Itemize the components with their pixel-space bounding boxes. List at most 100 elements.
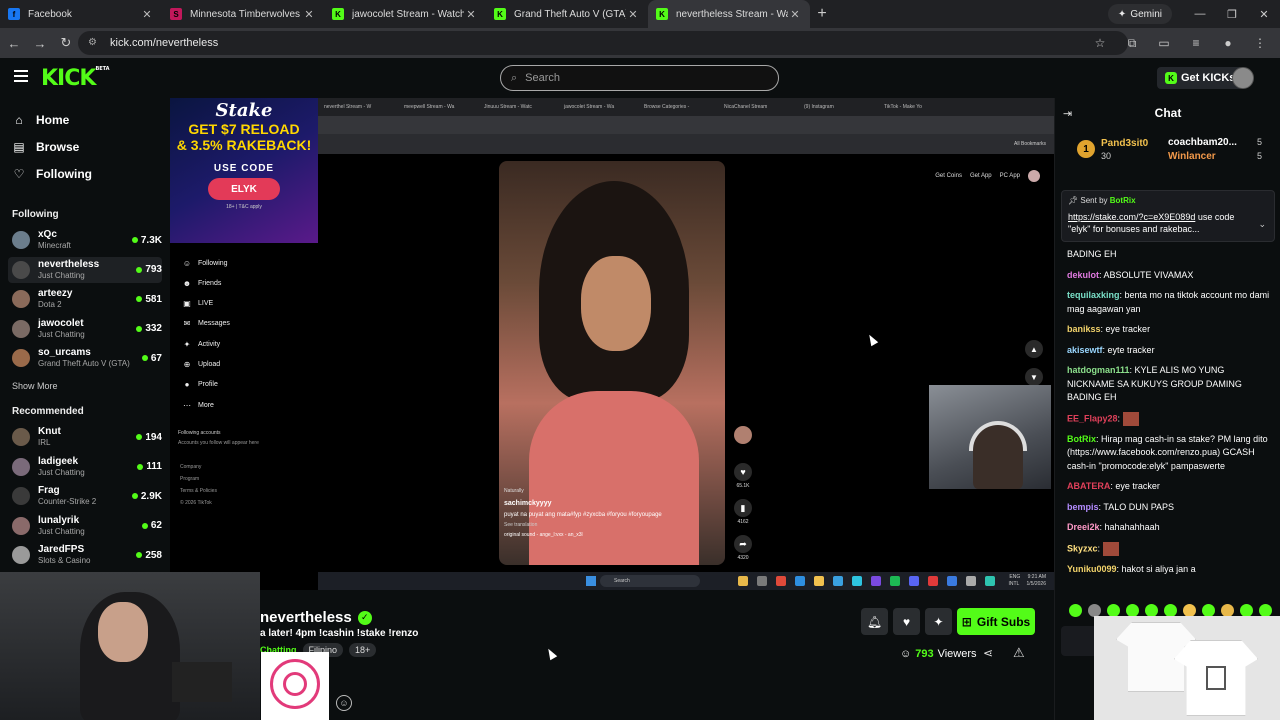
pip-webcam <box>929 385 1051 489</box>
chat-message: ABATERA: eye tracker <box>1067 481 1160 491</box>
chat-message: banikss: eye tracker <box>1067 324 1151 334</box>
close-window-icon[interactable]: ✕ <box>1248 0 1280 28</box>
stake-ad-banner[interactable]: Stake GET $7 RELOAD & 3.5% RAKEBACK! USE… <box>170 98 318 243</box>
bookmark-star-icon[interactable]: ☆ <box>1084 31 1116 55</box>
inner-tab: meepwell Stream - Wa <box>404 104 455 110</box>
video-player[interactable]: neverthel Stream - W meepwell Stream - Wa… <box>170 98 1054 590</box>
chat-username[interactable]: hatdogman111 <box>1067 365 1130 375</box>
channel-name: lunalyrik <box>38 514 80 526</box>
browser-tab[interactable]: Knevertheless Stream - Watc ✕ <box>648 0 810 28</box>
close-tab-icon[interactable]: ✕ <box>788 8 802 21</box>
share-icon[interactable]: ⋖ <box>983 646 993 660</box>
cast-icon[interactable]: ▭ <box>1148 31 1180 55</box>
channel-item[interactable]: Knut IRL 194 <box>8 424 162 450</box>
new-tab-button[interactable]: + <box>810 5 834 23</box>
home-icon: ⌂ <box>15 113 23 127</box>
chat-username[interactable]: BotRix <box>1067 434 1096 444</box>
forward-icon[interactable]: → <box>28 31 52 55</box>
chat-username[interactable]: banikss <box>1067 324 1101 334</box>
bell-icon: 🔔︎ <box>866 614 883 629</box>
tiktok-nav-item: ⋯ More <box>183 400 214 410</box>
channel-item[interactable]: jawocolet Just Chatting 332 <box>8 316 162 342</box>
channel-category: Just Chatting <box>38 467 85 477</box>
streamer-name[interactable]: nevertheless ✓ <box>260 609 372 626</box>
maximize-icon[interactable]: ❐ <box>1216 0 1248 28</box>
chat-username[interactable]: EE_Flapy28 <box>1067 413 1118 423</box>
site-info-icon[interactable]: ⚙ <box>88 37 100 49</box>
bookmark-icon: ▮ <box>734 499 752 517</box>
emote-icon <box>1102 541 1119 556</box>
tiktok-nav-item: ⊕ Upload <box>183 360 221 369</box>
close-tab-icon[interactable]: ✕ <box>302 8 316 21</box>
close-tab-icon[interactable]: ✕ <box>626 8 640 21</box>
browser-tab[interactable]: Kjawocolet Stream - Watch Live o✕ <box>324 0 486 28</box>
channel-item[interactable]: xQc Minecraft 7.3K <box>8 227 162 253</box>
chat-username[interactable]: Yuniku0099 <box>1067 564 1117 574</box>
small-badge-icon[interactable]: ☺ <box>336 695 352 711</box>
channel-item[interactable]: so_urcams Grand Theft Auto V (GTA) 67 <box>8 345 162 371</box>
chat-username[interactable]: Dreei2k <box>1067 522 1100 532</box>
menu-icon[interactable]: ⋮ <box>1244 31 1276 55</box>
report-icon[interactable]: ⚠ <box>1013 645 1025 661</box>
search-input[interactable]: ⌕ Search <box>500 65 779 91</box>
sparkle-button[interactable]: ✦ <box>925 608 952 635</box>
show-more-link[interactable]: Show More <box>12 381 58 391</box>
channel-item[interactable]: ladigeek Just Chatting 111 <box>8 454 162 480</box>
gift-subs-button[interactable]: ⊞ Gift Subs <box>957 608 1035 635</box>
chat-username[interactable]: Skyzxc <box>1067 543 1098 553</box>
chat-username[interactable]: tequilaxking <box>1067 290 1120 300</box>
chat-header: ⇥ Chat <box>1063 106 1182 120</box>
close-tab-icon[interactable]: ✕ <box>464 8 478 21</box>
get-kicks-button[interactable]: K Get KICKs <box>1157 67 1244 89</box>
notification-bell-button[interactable]: 🔔︎ <box>861 608 888 635</box>
tiktok-nav-icon: ● <box>184 380 190 390</box>
emote-icon[interactable] <box>1069 604 1082 617</box>
back-icon[interactable]: ← <box>2 31 26 55</box>
browser-tab[interactable]: S Minnesota Timberwolves vs Wa✕ <box>162 0 324 28</box>
media-icon[interactable]: ≡ <box>1180 31 1212 55</box>
close-tab-icon[interactable]: ✕ <box>140 8 154 21</box>
minimize-icon[interactable]: — <box>1184 0 1216 28</box>
tag-pill[interactable]: 18+ <box>349 643 377 657</box>
chat-username[interactable]: dekulot <box>1067 270 1099 280</box>
taskbar-app-icon <box>947 576 957 586</box>
profile-icon[interactable]: ● <box>1212 31 1244 55</box>
user-avatar[interactable] <box>1232 67 1254 89</box>
chat-text: eyte tracker <box>1107 344 1155 355</box>
sidebar-item-home[interactable]: ⌂ Home <box>12 108 162 132</box>
sidebar-item-following[interactable]: ♡ Following <box>12 162 162 186</box>
channel-item[interactable]: JaredFPS Slots & Casino 258 <box>8 542 162 568</box>
pinned-message[interactable]: 📌︎ Sent by BotRix https://stake.com/?c=e… <box>1061 190 1275 242</box>
sidebar-item-browse[interactable]: ▤ Browse <box>12 135 162 159</box>
sparkle-icon: ✦ <box>933 614 944 629</box>
tab-favicon-icon: f <box>8 8 20 20</box>
reload-icon[interactable]: ↻ <box>54 31 78 55</box>
browser-tab[interactable]: f Facebook ✕ <box>0 0 162 28</box>
chat-username[interactable]: bempis <box>1067 502 1099 512</box>
browser-tab[interactable]: K Grand Theft Auto V (GTA) Strea✕ <box>486 0 648 28</box>
browse-icon: ▤ <box>13 140 25 154</box>
gemini-button[interactable]: ✦ Gemini <box>1107 4 1172 24</box>
chevron-down-icon[interactable]: ⌄ <box>1258 219 1266 230</box>
tab-favicon-icon: K <box>332 8 344 20</box>
channel-item[interactable]: Frag Counter-Strike 2 2.9K <box>8 483 162 509</box>
channel-logo[interactable] <box>261 652 329 720</box>
channel-item[interactable]: lunalyrik Just Chatting 62 <box>8 513 162 539</box>
url-input[interactable]: ⚙ kick.com/nevertheless <box>78 31 1128 55</box>
live-dot-icon <box>136 266 143 273</box>
channel-category: Dota 2 <box>38 300 62 309</box>
inner-tab: Browse Categories - <box>644 104 690 110</box>
channel-name: nevertheless <box>38 258 100 270</box>
channel-item[interactable]: nevertheless Just Chatting 793 <box>8 256 162 283</box>
follow-button[interactable]: ♥ <box>893 608 920 635</box>
channel-item[interactable]: arteezy Dota 2 581 <box>8 286 162 312</box>
taskbar-app-icon <box>833 576 843 586</box>
hamburger-menu-icon[interactable] <box>14 70 28 82</box>
heart-icon: ♥ <box>902 614 911 629</box>
chat-username[interactable]: ABATERA <box>1067 481 1110 491</box>
viewer-count: 67 <box>141 353 162 364</box>
extensions-icon[interactable]: ⧉ <box>1116 31 1148 55</box>
kick-logo[interactable]: KICKBETA <box>41 66 110 91</box>
pinned-link[interactable]: https://stake.com/?c=eX9E089d <box>1068 212 1195 222</box>
chat-username[interactable]: akisewtf <box>1067 345 1103 355</box>
